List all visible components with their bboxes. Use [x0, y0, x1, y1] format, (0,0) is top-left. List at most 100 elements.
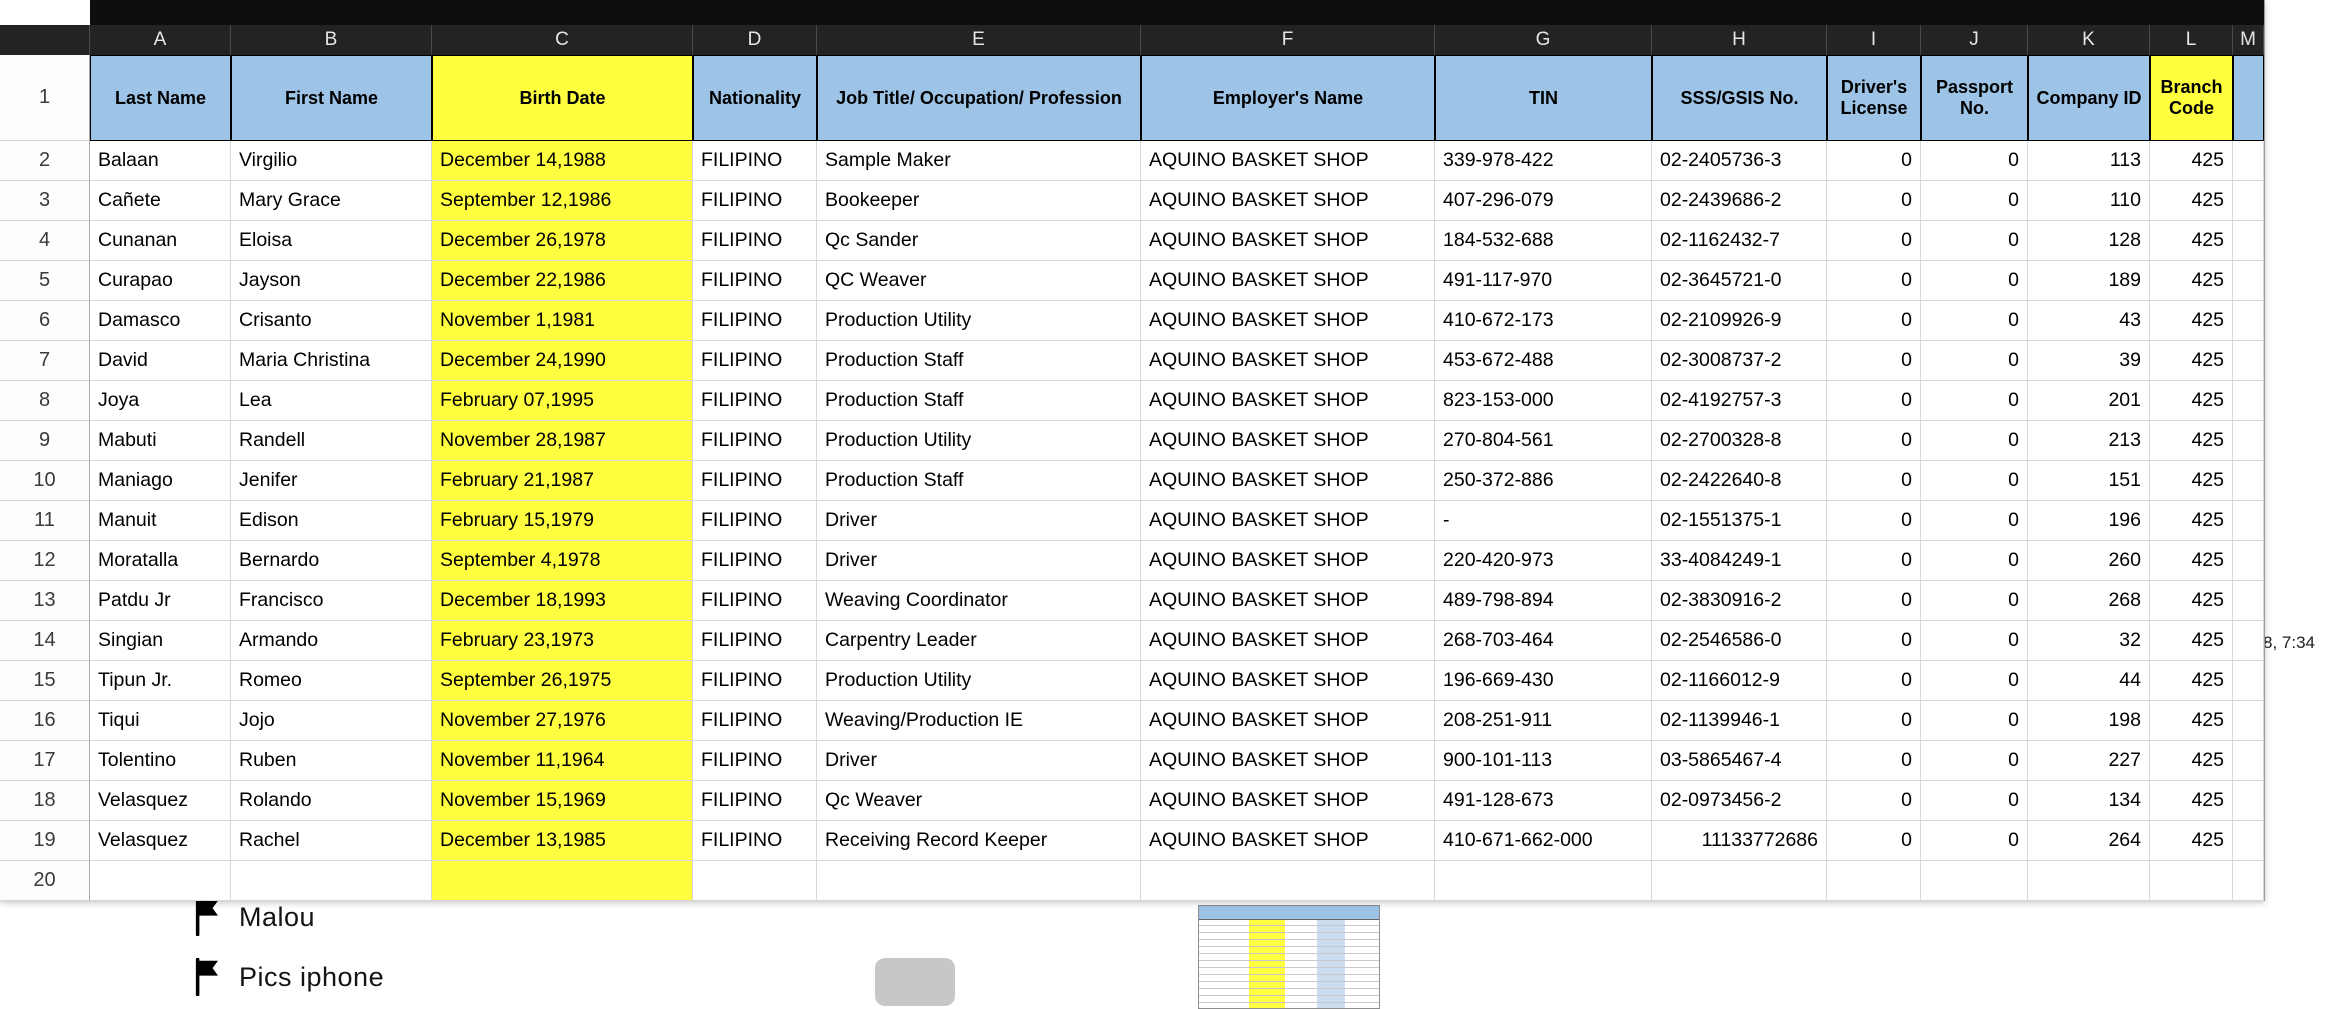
column-header-H[interactable]: H	[1652, 25, 1827, 55]
cell-G11[interactable]: -	[1435, 501, 1652, 541]
row-header-11[interactable]: 11	[0, 501, 90, 541]
cell-L18[interactable]: 425	[2150, 781, 2233, 821]
cell-K15[interactable]: 44	[2028, 661, 2150, 701]
cell-I5[interactable]: 0	[1827, 261, 1921, 301]
cell-A16[interactable]: Tiqui	[90, 701, 231, 741]
cell-H8[interactable]: 02-4192757-3	[1652, 381, 1827, 421]
row-header-18[interactable]: 18	[0, 781, 90, 821]
cell-K14[interactable]: 32	[2028, 621, 2150, 661]
row-header-2[interactable]: 2	[0, 141, 90, 181]
cell-M13[interactable]	[2233, 581, 2264, 621]
cell-K5[interactable]: 189	[2028, 261, 2150, 301]
cell-J6[interactable]: 0	[1921, 301, 2028, 341]
cell-E3[interactable]: Bookeeper	[817, 181, 1141, 221]
cell-C9[interactable]: November 28,1987	[432, 421, 693, 461]
cell-D13[interactable]: FILIPINO	[693, 581, 817, 621]
cell-H2[interactable]: 02-2405736-3	[1652, 141, 1827, 181]
cell-D7[interactable]: FILIPINO	[693, 341, 817, 381]
row-header-3[interactable]: 3	[0, 181, 90, 221]
cell-C3[interactable]: September 12,1986	[432, 181, 693, 221]
cell-D2[interactable]: FILIPINO	[693, 141, 817, 181]
cell-M10[interactable]	[2233, 461, 2264, 501]
cell-C16[interactable]: November 27,1976	[432, 701, 693, 741]
cell-G3[interactable]: 407-296-079	[1435, 181, 1652, 221]
cell-L15[interactable]: 425	[2150, 661, 2233, 701]
cell-K12[interactable]: 260	[2028, 541, 2150, 581]
cell-C19[interactable]: December 13,1985	[432, 821, 693, 861]
cell-I13[interactable]: 0	[1827, 581, 1921, 621]
cell-E6[interactable]: Production Utility	[817, 301, 1141, 341]
cell-H17[interactable]: 03-5865467-4	[1652, 741, 1827, 781]
cell-A10[interactable]: Maniago	[90, 461, 231, 501]
cell-B14[interactable]: Armando	[231, 621, 432, 661]
cell-H12[interactable]: 33-4084249-1	[1652, 541, 1827, 581]
cell-A12[interactable]: Moratalla	[90, 541, 231, 581]
row-header-15[interactable]: 15	[0, 661, 90, 701]
cell-E8[interactable]: Production Staff	[817, 381, 1141, 421]
cell-H18[interactable]: 02-0973456-2	[1652, 781, 1827, 821]
cell-H16[interactable]: 02-1139946-1	[1652, 701, 1827, 741]
cell-D4[interactable]: FILIPINO	[693, 221, 817, 261]
cell-A8[interactable]: Joya	[90, 381, 231, 421]
cell-G7[interactable]: 453-672-488	[1435, 341, 1652, 381]
cell-G15[interactable]: 196-669-430	[1435, 661, 1652, 701]
cell-M17[interactable]	[2233, 741, 2264, 781]
cell-D8[interactable]: FILIPINO	[693, 381, 817, 421]
cell-J8[interactable]: 0	[1921, 381, 2028, 421]
cell-D1[interactable]: Nationality	[693, 55, 817, 141]
row-header-8[interactable]: 8	[0, 381, 90, 421]
cell-D9[interactable]: FILIPINO	[693, 421, 817, 461]
column-header-A[interactable]: A	[90, 25, 231, 55]
cell-I19[interactable]: 0	[1827, 821, 1921, 861]
cell-J7[interactable]: 0	[1921, 341, 2028, 381]
row-header-20[interactable]: 20	[0, 861, 90, 901]
cell-J13[interactable]: 0	[1921, 581, 2028, 621]
cell-J18[interactable]: 0	[1921, 781, 2028, 821]
cell-H15[interactable]: 02-1166012-9	[1652, 661, 1827, 701]
cell-B2[interactable]: Virgilio	[231, 141, 432, 181]
cell-J11[interactable]: 0	[1921, 501, 2028, 541]
cell-K1[interactable]: Company ID	[2028, 55, 2150, 141]
column-header-I[interactable]: I	[1827, 25, 1921, 55]
cell-F6[interactable]: AQUINO BASKET SHOP	[1141, 301, 1435, 341]
cell-D11[interactable]: FILIPINO	[693, 501, 817, 541]
cell-B1[interactable]: First Name	[231, 55, 432, 141]
row-header-5[interactable]: 5	[0, 261, 90, 301]
cell-H10[interactable]: 02-2422640-8	[1652, 461, 1827, 501]
cell-A9[interactable]: Mabuti	[90, 421, 231, 461]
cell-J17[interactable]: 0	[1921, 741, 2028, 781]
row-header-19[interactable]: 19	[0, 821, 90, 861]
cell-F15[interactable]: AQUINO BASKET SHOP	[1141, 661, 1435, 701]
cell-G10[interactable]: 250-372-886	[1435, 461, 1652, 501]
cell-D17[interactable]: FILIPINO	[693, 741, 817, 781]
cell-K3[interactable]: 110	[2028, 181, 2150, 221]
cell-K19[interactable]: 264	[2028, 821, 2150, 861]
cell-F16[interactable]: AQUINO BASKET SHOP	[1141, 701, 1435, 741]
cell-K17[interactable]: 227	[2028, 741, 2150, 781]
cell-B17[interactable]: Ruben	[231, 741, 432, 781]
cell-J3[interactable]: 0	[1921, 181, 2028, 221]
cell-M7[interactable]	[2233, 341, 2264, 381]
cell-J10[interactable]: 0	[1921, 461, 2028, 501]
cell-J15[interactable]: 0	[1921, 661, 2028, 701]
desktop-file-pics-iphone[interactable]: Pics iphone	[192, 958, 384, 996]
column-header-B[interactable]: B	[231, 25, 432, 55]
cell-L14[interactable]: 425	[2150, 621, 2233, 661]
cell-A15[interactable]: Tipun Jr.	[90, 661, 231, 701]
cell-L8[interactable]: 425	[2150, 381, 2233, 421]
cell-J4[interactable]: 0	[1921, 221, 2028, 261]
cell-L1[interactable]: Branch Code	[2150, 55, 2233, 141]
cell-D15[interactable]: FILIPINO	[693, 661, 817, 701]
cell-I14[interactable]: 0	[1827, 621, 1921, 661]
cell-F10[interactable]: AQUINO BASKET SHOP	[1141, 461, 1435, 501]
cell-K2[interactable]: 113	[2028, 141, 2150, 181]
cell-J9[interactable]: 0	[1921, 421, 2028, 461]
cell-F7[interactable]: AQUINO BASKET SHOP	[1141, 341, 1435, 381]
cell-H4[interactable]: 02-1162432-7	[1652, 221, 1827, 261]
cell-B9[interactable]: Randell	[231, 421, 432, 461]
cell-E17[interactable]: Driver	[817, 741, 1141, 781]
cell-F9[interactable]: AQUINO BASKET SHOP	[1141, 421, 1435, 461]
cell-C14[interactable]: February 23,1973	[432, 621, 693, 661]
cell-H7[interactable]: 02-3008737-2	[1652, 341, 1827, 381]
cell-E11[interactable]: Driver	[817, 501, 1141, 541]
